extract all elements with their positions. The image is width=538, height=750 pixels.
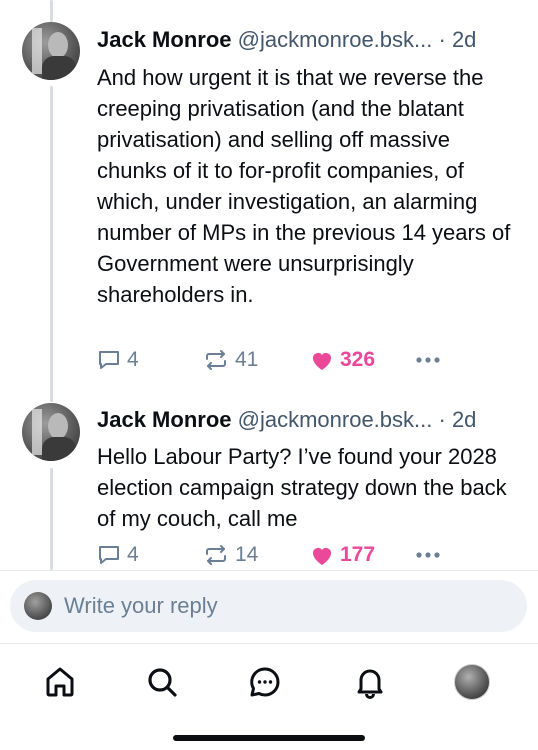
author-name[interactable]: Jack Monroe [97, 407, 232, 432]
home-icon [46, 667, 74, 697]
repost-count: 41 [235, 348, 259, 371]
separator-dot: · [438, 27, 446, 52]
bottom-tab-bar [0, 660, 538, 710]
reply-composer[interactable]: Write your reply [10, 580, 527, 632]
user-avatar [24, 592, 52, 620]
search-icon [148, 668, 177, 697]
profile-avatar [454, 664, 490, 700]
more-options-button[interactable] [415, 346, 447, 374]
like-count: 177 [340, 543, 376, 566]
more-options-button[interactable] [415, 541, 447, 569]
post-actions: 4 41 326 [97, 346, 457, 374]
repost-icon [206, 545, 226, 565]
post-text: And how urgent it is that we reverse the… [97, 65, 511, 307]
separator-dot: · [438, 407, 446, 432]
author-avatar[interactable] [22, 22, 80, 80]
heart-filled-icon [313, 548, 331, 565]
like-button[interactable]: 177 [310, 541, 375, 569]
divider [0, 643, 538, 644]
author-name[interactable]: Jack Monroe [97, 27, 232, 52]
post-text: Hello Labour Party? I’ve found your 2028… [97, 444, 507, 531]
reply-input-placeholder[interactable]: Write your reply [64, 592, 218, 620]
post[interactable]: Jack Monroe @jackmonroe.bsk... · 2d And … [0, 0, 538, 395]
post-time[interactable]: 2d [452, 27, 476, 52]
notifications-bell-icon [357, 669, 383, 699]
chat-icon [250, 667, 280, 697]
post-header: Jack Monroe @jackmonroe.bsk... · 2d [97, 406, 476, 434]
tab-search[interactable] [140, 660, 184, 704]
home-indicator [173, 735, 365, 741]
reply-icon [99, 546, 119, 564]
post[interactable]: Jack Monroe @jackmonroe.bsk... · 2d Hell… [0, 395, 538, 570]
divider [0, 570, 538, 571]
reply-icon [99, 351, 119, 369]
reply-button[interactable]: 4 [97, 346, 139, 374]
like-button[interactable]: 326 [310, 346, 375, 374]
repost-icon [206, 350, 226, 370]
post-time[interactable]: 2d [452, 407, 476, 432]
repost-count: 14 [235, 543, 259, 566]
more-dots-icon [416, 552, 440, 558]
reply-count: 4 [127, 348, 139, 371]
like-count: 326 [340, 348, 376, 371]
repost-button[interactable]: 41 [203, 346, 258, 374]
more-dots-icon [416, 357, 440, 363]
post-actions: 4 14 177 [97, 541, 457, 569]
heart-filled-icon [313, 353, 331, 370]
repost-button[interactable]: 14 [203, 541, 258, 569]
reply-button[interactable]: 4 [97, 541, 139, 569]
author-avatar[interactable] [22, 403, 80, 461]
tab-home[interactable] [38, 660, 82, 704]
reply-count: 4 [127, 543, 139, 566]
tab-notifications[interactable] [348, 660, 392, 704]
author-handle[interactable]: @jackmonroe.bsk... [238, 27, 433, 52]
post-header: Jack Monroe @jackmonroe.bsk... · 2d [97, 26, 476, 54]
tab-chat[interactable] [243, 660, 287, 704]
author-handle[interactable]: @jackmonroe.bsk... [238, 407, 433, 432]
tab-profile[interactable] [450, 660, 494, 704]
